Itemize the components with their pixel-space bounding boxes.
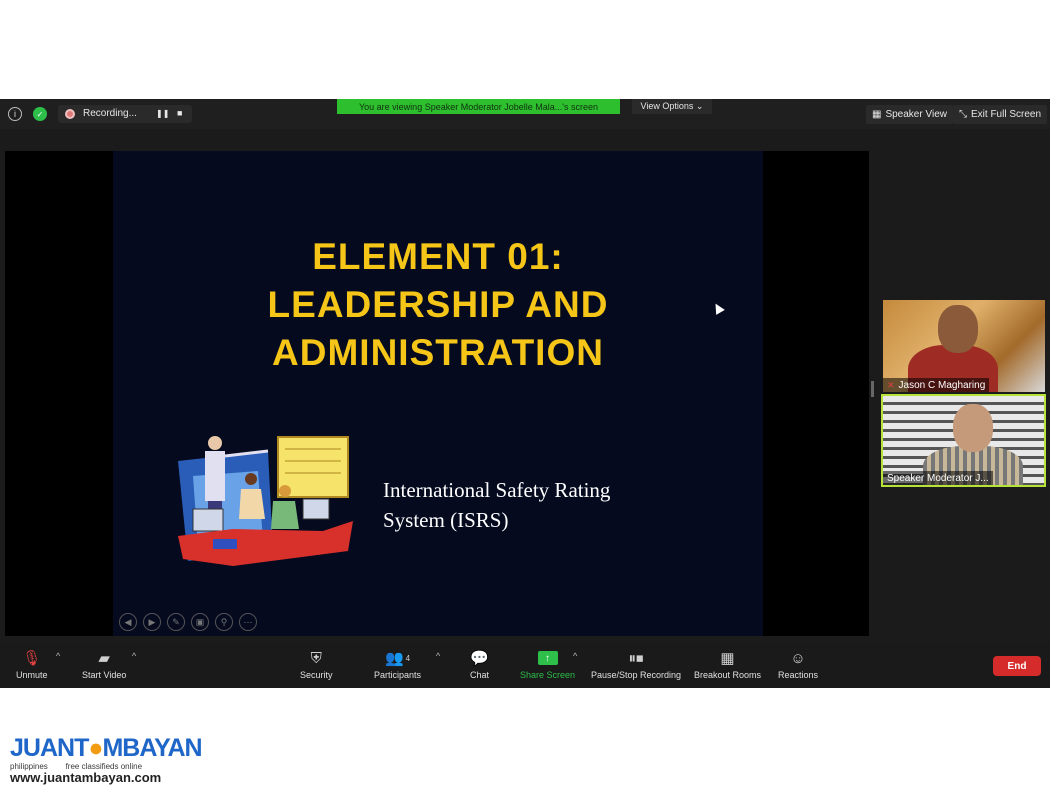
active-speaker-tile[interactable]: Speaker Moderator J... (881, 394, 1046, 487)
video-off-icon: ▰ (98, 650, 110, 667)
panel-resize-handle[interactable] (871, 381, 874, 397)
slides-grid-icon[interactable]: ▣ (191, 613, 209, 631)
share-screen-arrow-icon: ↑ (537, 651, 558, 665)
breakout-rooms-button[interactable]: ▦ Breakout Rooms (694, 648, 761, 680)
reactions-button[interactable]: ☺ Reactions (778, 648, 818, 681)
speaker-view-label: Speaker View (885, 109, 947, 120)
participant-count: 4 (405, 653, 411, 663)
zoom-meeting-window: i ✓ Recording... ❚❚ ■ You are viewing Sp… (0, 99, 1050, 688)
encryption-status-button[interactable]: ✓ (33, 107, 47, 121)
participant-name-label: Speaker Moderator J... (883, 471, 993, 485)
slide-controls: ◀ ▶ ✎ ▣ ⚲ ⋯ (119, 613, 257, 631)
slide-subtitle: International Safety Rating System (ISRS… (383, 478, 611, 532)
presentation-slide: ELEMENT 01: LEADERSHIP AND ADMINISTRATIO… (113, 151, 763, 636)
juantambayan-logo: JUANT●MBAYAN (10, 734, 203, 762)
previous-slide-icon[interactable]: ◀ (119, 613, 137, 631)
zoom-icon[interactable]: ⚲ (215, 613, 233, 631)
audio-options-chevron-icon[interactable]: ^ (56, 651, 60, 661)
recording-label: Recording... (83, 108, 137, 119)
start-video-button[interactable]: ▰ Start Video (82, 648, 126, 680)
exit-fullscreen-label: Exit Full Screen (971, 109, 1042, 120)
pause-stop-recording-button[interactable]: ⏸⏹ Pause/Stop Recording (591, 648, 681, 681)
recording-indicator: Recording... ❚❚ ■ (58, 105, 192, 123)
shared-screen-area: ELEMENT 01: LEADERSHIP AND ADMINISTRATIO… (5, 151, 869, 636)
security-shield-icon: ⛨ (310, 649, 322, 667)
pause-stop-icon: ⏸⏹ (628, 649, 644, 667)
info-icon: i (8, 107, 22, 121)
participants-icon: 👥 4 (384, 650, 411, 667)
watermark-url: www.juantambayan.com (10, 770, 162, 785)
pause-icon: ❚❚ (156, 109, 170, 118)
stop-recording-button[interactable]: ■ (177, 108, 182, 118)
office-meeting-clipart (178, 436, 353, 566)
speaker-view-button[interactable]: ▦ Speaker View (866, 105, 953, 124)
exit-fullscreen-icon: ⤡ (959, 109, 967, 120)
shield-check-icon: ✓ (33, 107, 47, 121)
meeting-controls-toolbar: 🎙 Unmute ^ ▰ Start Video ^ ⛨ Security 👥 4… (0, 642, 1050, 688)
breakout-rooms-grid-icon: ▦ (720, 650, 735, 667)
muted-mic-icon: ✕ (887, 379, 895, 390)
chat-button[interactable]: 💬 Chat (470, 648, 489, 680)
participant-tile[interactable]: ✕ Jason C Magharing (883, 300, 1045, 392)
viewing-screen-banner: You are viewing Speaker Moderator Jobell… (337, 99, 620, 114)
video-options-chevron-icon[interactable]: ^ (132, 651, 136, 661)
chat-bubble-icon: 💬 (470, 650, 489, 667)
view-options-dropdown[interactable]: View Options ⌄ (632, 99, 712, 114)
stop-icon: ■ (177, 108, 183, 118)
participants-button[interactable]: 👥 4 Participants (374, 648, 421, 680)
end-meeting-button[interactable]: End (993, 656, 1041, 676)
participant-name-label: ✕ Jason C Magharing (883, 378, 990, 392)
reactions-smiley-icon: ☺ (790, 649, 806, 667)
pause-recording-button[interactable]: ❚❚ (156, 109, 169, 118)
muted-microphone-icon: 🎙 (22, 650, 42, 667)
speaker-view-icon: ▦ (872, 109, 882, 120)
slide-title: ELEMENT 01: LEADERSHIP AND ADMINISTRATIO… (267, 236, 609, 373)
juantambayan-watermark: JUANT●MBAYAN philippines free classified… (10, 734, 203, 785)
exit-fullscreen-button[interactable]: ⤡ Exit Full Screen (953, 105, 1048, 124)
share-options-chevron-icon[interactable]: ^ (573, 651, 577, 661)
participants-options-chevron-icon[interactable]: ^ (436, 651, 440, 661)
pen-icon[interactable]: ✎ (167, 613, 185, 631)
meeting-info-button[interactable]: i (8, 107, 22, 121)
unmute-button[interactable]: 🎙 Unmute (16, 648, 48, 680)
next-slide-icon[interactable]: ▶ (143, 613, 161, 631)
security-button[interactable]: ⛨ Security (300, 648, 333, 681)
recording-dot-icon (65, 108, 75, 119)
mascot-logo-icon: ● (88, 734, 103, 762)
meeting-top-bar: i ✓ Recording... ❚❚ ■ You are viewing Sp… (0, 99, 1050, 129)
more-options-icon[interactable]: ⋯ (239, 613, 257, 631)
share-screen-button[interactable]: ↑ Share Screen (520, 648, 575, 680)
